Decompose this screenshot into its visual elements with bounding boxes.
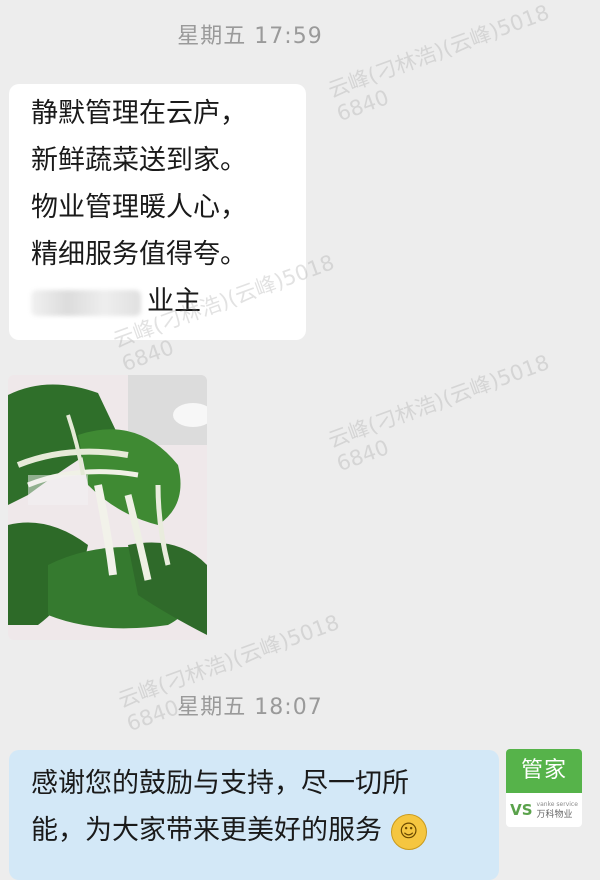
message-line: 能，为大家带来更美好的服务 ☺: [31, 807, 477, 854]
message-line: 物业管理暖人心，: [31, 192, 247, 223]
message-signature: 业主: [31, 278, 284, 325]
timestamp: 星期五 17:59: [177, 24, 323, 49]
message-line: 新鲜蔬菜送到家。: [31, 145, 247, 176]
logo-small-text: vanke service: [536, 801, 578, 808]
watermark: 云峰(刁林浩)(云峰)5018 6840: [325, 350, 553, 477]
message-line: 静默管理在云庐，: [31, 98, 247, 129]
logo-brand-text: 万科物业: [536, 810, 573, 820]
redacted-name: [31, 289, 141, 316]
vegetable-photo[interactable]: [8, 375, 207, 640]
signature-suffix: 业主: [147, 286, 201, 317]
avatar-label: 管家: [506, 749, 582, 793]
vanke-logo: VS vanke service 万科物业: [506, 793, 582, 827]
timestamp: 星期五 18:07: [177, 695, 323, 720]
message-bubble-received[interactable]: 静默管理在云庐， 新鲜蔬菜送到家。 物业管理暖人心， 精细服务值得夸。 业主: [9, 84, 306, 340]
smile-emoji-icon: ☺: [390, 813, 427, 850]
message-bubble-sent[interactable]: 感谢您的鼓励与支持，尽一切所 能，为大家带来更美好的服务 ☺: [9, 750, 499, 880]
vanke-logo-icon: VS: [510, 801, 533, 819]
message-line: 精细服务值得夸。: [31, 239, 247, 270]
message-line-text: 能，为大家带来更美好的服务: [31, 815, 382, 846]
message-line: 感谢您的鼓励与支持，尽一切所: [31, 768, 409, 799]
avatar[interactable]: 管家 VS vanke service 万科物业: [506, 749, 582, 827]
vegetable-photo-image: [8, 375, 207, 640]
